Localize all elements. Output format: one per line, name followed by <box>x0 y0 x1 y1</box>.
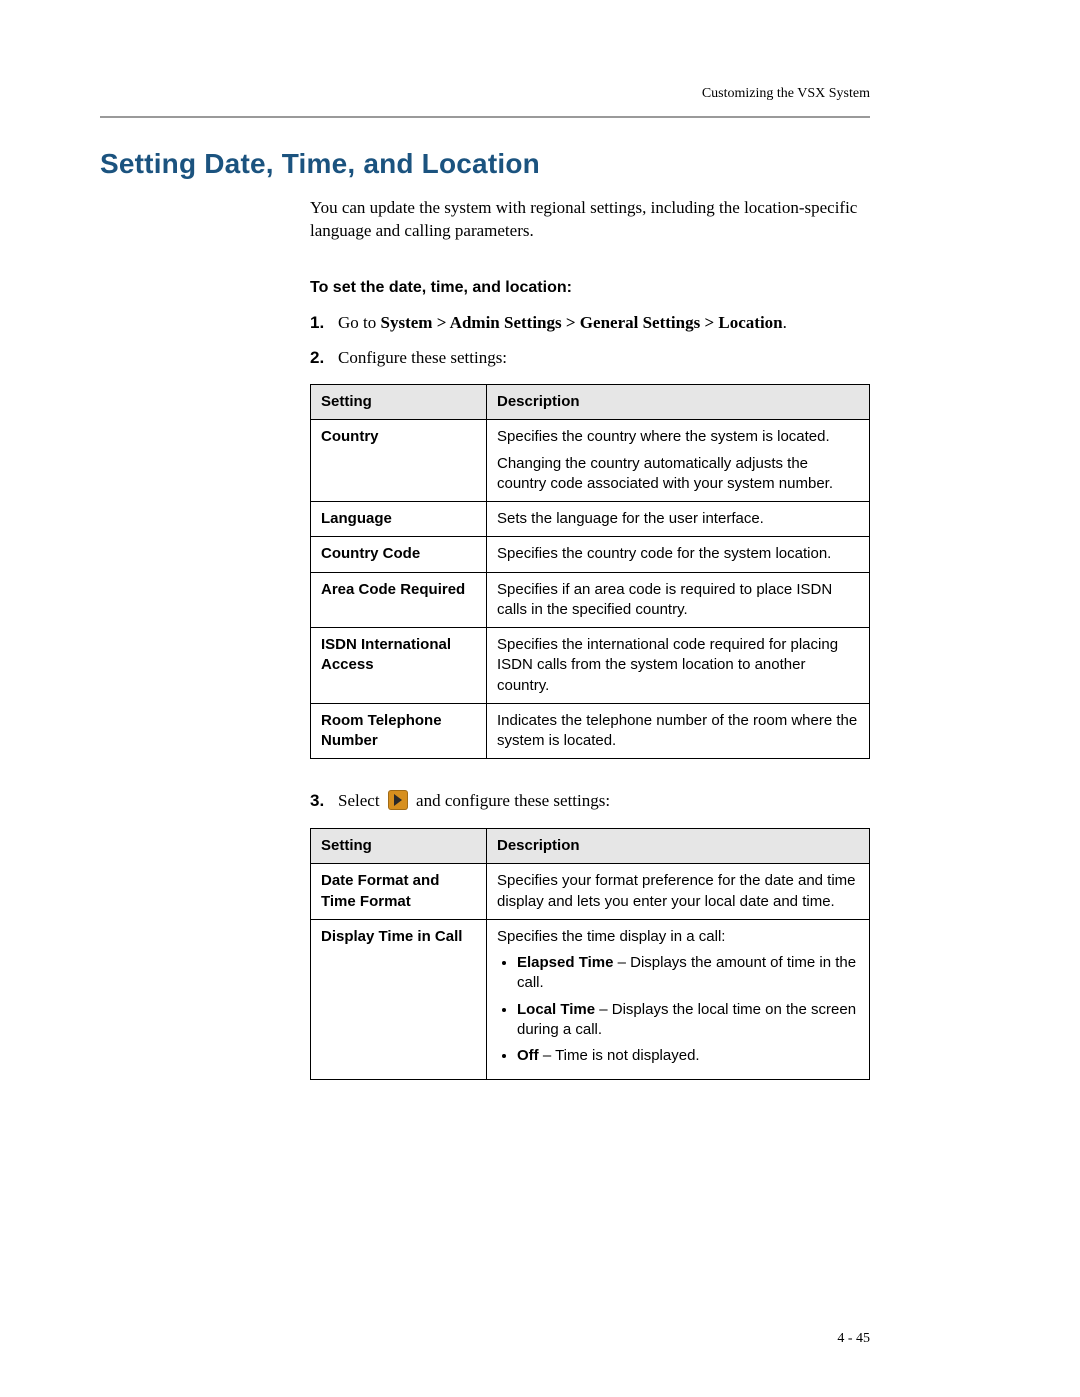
table-row: Country Code Specifies the country code … <box>311 537 870 572</box>
table-header-row: Setting Description <box>311 829 870 864</box>
bullet-text: – Time is not displayed. <box>539 1047 700 1064</box>
table-row: ISDN International Access Specifies the … <box>311 628 870 704</box>
steps-list: 1. Go to System > Admin Settings > Gener… <box>310 311 870 370</box>
step-1-prefix: Go to <box>338 313 381 332</box>
cell-description: Sets the language for the user interface… <box>487 502 870 537</box>
procedure-title: To set the date, time, and location: <box>310 279 870 297</box>
col-description-header: Description <box>487 385 870 420</box>
table-row: Date Format and Time Format Specifies yo… <box>311 864 870 920</box>
bullet: Elapsed Time – Displays the amount of ti… <box>517 953 859 994</box>
cell-description: Specifies the country code for the syste… <box>487 537 870 572</box>
page: Customizing the VSX System Setting Date,… <box>0 0 1080 1397</box>
bullet-label: Elapsed Time <box>517 954 613 971</box>
steps-list-cont: 3. Select and configure these settings: <box>310 789 870 814</box>
step-2-text: Configure these settings: <box>338 348 507 367</box>
cell-description: Specifies the time display in a call: El… <box>487 919 870 1080</box>
bullet-label: Local Time <box>517 1001 595 1018</box>
desc-line: Changing the country automatically adjus… <box>497 454 859 495</box>
running-header: Customizing the VSX System <box>100 86 870 102</box>
bullet: Local Time – Displays the local time on … <box>517 1000 859 1041</box>
header-rule <box>100 116 870 118</box>
col-setting-header: Setting <box>311 829 487 864</box>
cell-setting: Display Time in Call <box>311 919 487 1080</box>
page-number: 4 - 45 <box>837 1331 870 1347</box>
table-row: Room Telephone Number Indicates the tele… <box>311 703 870 759</box>
step-3: 3. Select and configure these settings: <box>310 789 870 814</box>
step-3-prefix: Select <box>338 791 384 810</box>
nav-path: System > Admin Settings > General Settin… <box>381 313 783 332</box>
settings-table-1: Setting Description Country Specifies th… <box>310 384 870 759</box>
settings-table-2: Setting Description Date Format and Time… <box>310 828 870 1080</box>
section-title: Setting Date, Time, and Location <box>100 148 870 180</box>
desc-line: Specifies the time display in a call: <box>497 927 859 947</box>
table-row: Area Code Required Specifies if an area … <box>311 572 870 628</box>
cell-setting: Country Code <box>311 537 487 572</box>
cell-description: Specifies your format preference for the… <box>487 864 870 920</box>
cell-description: Indicates the telephone number of the ro… <box>487 703 870 759</box>
desc-line: Specifies the country where the system i… <box>497 427 859 447</box>
step-number: 2. <box>310 346 324 371</box>
table-header-row: Setting Description <box>311 385 870 420</box>
cell-setting: Country <box>311 420 487 502</box>
col-description-header: Description <box>487 829 870 864</box>
cell-setting: Area Code Required <box>311 572 487 628</box>
table-row: Display Time in Call Specifies the time … <box>311 919 870 1080</box>
cell-setting: Date Format and Time Format <box>311 864 487 920</box>
cell-setting: Language <box>311 502 487 537</box>
intro-paragraph: You can update the system with regional … <box>310 197 870 243</box>
step-number: 3. <box>310 789 324 814</box>
cell-setting: Room Telephone Number <box>311 703 487 759</box>
step-number: 1. <box>310 311 324 336</box>
bullet-label: Off <box>517 1047 539 1064</box>
table-1-wrap: Setting Description Country Specifies th… <box>310 384 870 759</box>
bullet: Off – Time is not displayed. <box>517 1046 859 1066</box>
table-row: Language Sets the language for the user … <box>311 502 870 537</box>
step-3-suffix: and configure these settings: <box>412 791 610 810</box>
cell-description: Specifies if an area code is required to… <box>487 572 870 628</box>
col-setting-header: Setting <box>311 385 487 420</box>
table-2-wrap: Setting Description Date Format and Time… <box>310 828 870 1080</box>
step-2: 2. Configure these settings: <box>310 346 870 371</box>
step-1: 1. Go to System > Admin Settings > Gener… <box>310 311 870 336</box>
table-row: Country Specifies the country where the … <box>311 420 870 502</box>
cell-setting: ISDN International Access <box>311 628 487 704</box>
cell-description: Specifies the country where the system i… <box>487 420 870 502</box>
cell-description: Specifies the international code require… <box>487 628 870 704</box>
step-1-suffix: . <box>783 313 787 332</box>
arrow-right-icon <box>388 790 408 810</box>
desc-bullets: Elapsed Time – Displays the amount of ti… <box>517 953 859 1066</box>
